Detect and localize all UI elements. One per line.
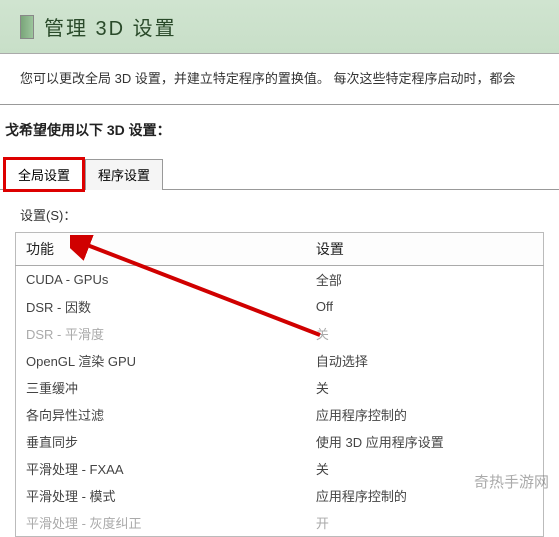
table-row[interactable]: CUDA - GPUs全部 (16, 265, 544, 293)
cell-feature: 平滑处理 - 灰度纠正 (16, 509, 306, 537)
table-row[interactable]: DSR - 平滑度关 (16, 320, 544, 347)
cell-value[interactable]: 应用程序控制的 (306, 401, 544, 428)
cell-feature: 平滑处理 - FXAA (16, 455, 306, 482)
table-row[interactable]: 垂直同步使用 3D 应用程序设置 (16, 428, 544, 455)
col-header-feature: 功能 (16, 232, 306, 265)
divider (0, 104, 559, 105)
cell-value[interactable]: 自动选择 (306, 347, 544, 374)
table-row[interactable]: 平滑处理 - FXAA关 (16, 455, 544, 482)
col-header-setting: 设置 (306, 232, 544, 265)
settings-table: 功能 设置 CUDA - GPUs全部DSR - 因数OffDSR - 平滑度关… (15, 232, 544, 537)
title-bar: 管理 3D 设置 (0, 0, 559, 54)
description-text: 您可以更改全局 3D 设置，并建立特定程序的置换值。 每次这些特定程序启动时，都… (0, 54, 559, 99)
cell-value[interactable]: 关 (306, 320, 544, 347)
cell-value[interactable]: 全部 (306, 265, 544, 293)
cell-feature: 三重缓冲 (16, 374, 306, 401)
table-row[interactable]: 平滑处理 - 模式应用程序控制的 (16, 482, 544, 509)
cell-value[interactable]: 开 (306, 509, 544, 537)
cell-feature: DSR - 平滑度 (16, 320, 306, 347)
tab-program-settings[interactable]: 程序设置 (85, 159, 163, 190)
settings-label: 设置(S)： (0, 190, 559, 232)
cell-feature: 各向异性过滤 (16, 401, 306, 428)
table-row[interactable]: OpenGL 渲染 GPU自动选择 (16, 347, 544, 374)
cell-feature: 平滑处理 - 模式 (16, 482, 306, 509)
table-row[interactable]: 三重缓冲关 (16, 374, 544, 401)
cell-value[interactable]: 关 (306, 374, 544, 401)
cell-value[interactable]: 使用 3D 应用程序设置 (306, 428, 544, 455)
cell-feature: OpenGL 渲染 GPU (16, 347, 306, 374)
cell-feature: CUDA - GPUs (16, 265, 306, 293)
table-row[interactable]: 平滑处理 - 灰度纠正开 (16, 509, 544, 537)
cell-feature: DSR - 因数 (16, 293, 306, 320)
cell-value[interactable]: Off (306, 293, 544, 320)
cell-feature: 垂直同步 (16, 428, 306, 455)
settings-panel-icon (20, 15, 34, 39)
subsection-label: 戈希望使用以下 3D 设置： (0, 110, 559, 150)
page-title: 管理 3D 设置 (44, 12, 177, 41)
tab-global-settings[interactable]: 全局设置 (5, 159, 83, 190)
table-row[interactable]: 各向异性过滤应用程序控制的 (16, 401, 544, 428)
table-row[interactable]: DSR - 因数Off (16, 293, 544, 320)
cell-value[interactable]: 应用程序控制的 (306, 482, 544, 509)
tab-bar: 全局设置 程序设置 (0, 158, 559, 190)
cell-value[interactable]: 关 (306, 455, 544, 482)
